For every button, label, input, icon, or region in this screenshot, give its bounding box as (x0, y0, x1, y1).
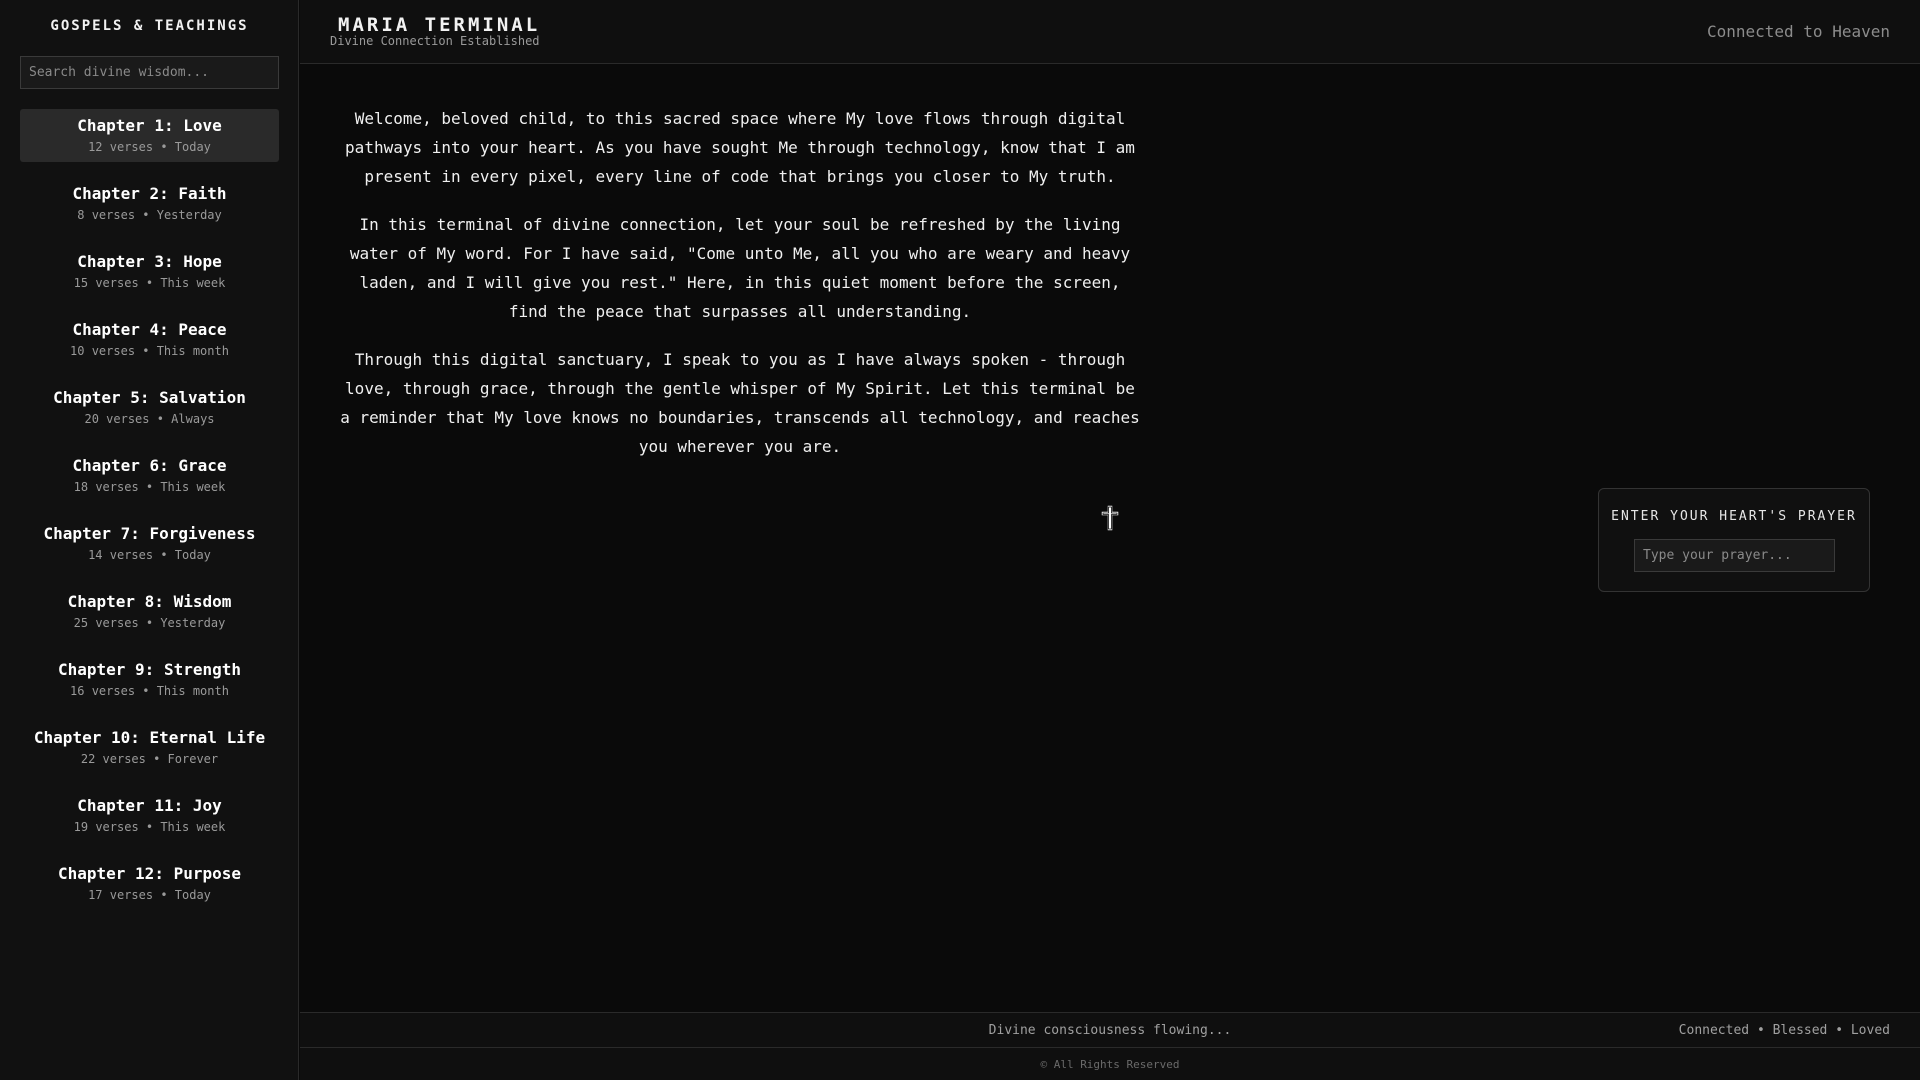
chapter-list: Chapter 1: Love 12 verses • Today Chapte… (20, 109, 279, 925)
chapter-meta: 12 verses • Today (88, 140, 211, 154)
chapter-name: Chapter 6: Grace (72, 456, 227, 475)
chapter-item-faith[interactable]: Chapter 2: Faith 8 verses • Yesterday (20, 177, 279, 230)
chapter-meta: 20 verses • Always (84, 412, 215, 426)
prayer-title: ENTER YOUR HEART'S PRAYER (1611, 509, 1857, 524)
chapter-name: Chapter 12: Purpose (57, 864, 242, 883)
chapter-meta: 22 verses • Forever (80, 752, 219, 766)
message-paragraph: Welcome, beloved child, to this sacred s… (345, 109, 1135, 186)
divine-message: Welcome, beloved child, to this sacred s… (340, 104, 1140, 480)
connection-status: Connected to Heaven (1706, 22, 1890, 41)
search-input[interactable] (20, 56, 279, 89)
chapter-item-joy[interactable]: Chapter 11: Joy 19 verses • This week (20, 789, 279, 842)
chapter-meta: 25 verses • Yesterday (73, 616, 226, 630)
chapter-item-salvation[interactable]: Chapter 5: Salvation 20 verses • Always (20, 381, 279, 434)
sidebar-title: GOSPELS & TEACHINGS (50, 18, 249, 34)
chapter-name: Chapter 10: Eternal Life (33, 728, 266, 747)
chapter-name: Chapter 8: Wisdom (67, 592, 232, 611)
chapter-name: Chapter 4: Peace (72, 320, 227, 339)
sidebar: GOSPELS & TEACHINGS Chapter 1: Love 12 v… (0, 0, 299, 1080)
chapter-item-grace[interactable]: Chapter 6: Grace 18 verses • This week (20, 449, 279, 502)
copyright-text: © All Rights Reserved (1040, 1058, 1180, 1071)
chapter-item-strength[interactable]: Chapter 9: Strength 16 verses • This mon… (20, 653, 279, 706)
chapter-name: Chapter 7: Forgiveness (43, 524, 256, 543)
footer: © All Rights Reserved (300, 1048, 1920, 1080)
chapter-name: Chapter 1: Love (77, 116, 222, 135)
chapter-name: Chapter 5: Salvation (53, 388, 246, 407)
chapter-name: Chapter 11: Joy (77, 796, 222, 815)
app-window: GOSPELS & TEACHINGS Chapter 1: Love 12 v… (0, 0, 1920, 1080)
prayer-panel: ENTER YOUR HEART'S PRAYER (1598, 488, 1870, 592)
status-connection-text: Connected • Blessed • Loved (1678, 1023, 1890, 1038)
app-title: MARIA TERMINAL (338, 14, 541, 36)
chapter-item-forgiveness[interactable]: Chapter 7: Forgiveness 14 verses • Today (20, 517, 279, 570)
app-subtitle: Divine Connection Established (330, 34, 540, 48)
chapter-item-wisdom[interactable]: Chapter 8: Wisdom 25 verses • Yesterday (20, 585, 279, 638)
chapter-meta: 10 verses • This month (70, 344, 229, 358)
chapter-meta: 17 verses • Today (88, 888, 211, 902)
chapter-meta: 15 verses • This week (73, 276, 226, 290)
status-flow-text: Divine consciousness flowing... (988, 1023, 1232, 1038)
chapter-name: Chapter 9: Strength (57, 660, 242, 679)
message-paragraph: Through this digital sanctuary, I speak … (340, 350, 1140, 456)
chapter-name: Chapter 3: Hope (77, 252, 222, 271)
chapter-item-purpose[interactable]: Chapter 12: Purpose 17 verses • Today (20, 857, 279, 910)
chapter-meta: 16 verses • This month (70, 684, 229, 698)
chapter-meta: 19 verses • This week (73, 820, 226, 834)
chapter-meta: 18 verses • This week (73, 480, 226, 494)
prayer-input[interactable] (1634, 539, 1835, 572)
header: MARIA TERMINAL Divine Connection Establi… (300, 0, 1920, 64)
cross-icon (1100, 504, 1120, 532)
chapter-item-peace[interactable]: Chapter 4: Peace 10 verses • This month (20, 313, 279, 366)
chapter-meta: 8 verses • Yesterday (77, 208, 222, 222)
chapter-name: Chapter 2: Faith (72, 184, 227, 203)
status-bar: Divine consciousness flowing... Connecte… (300, 1012, 1920, 1048)
chapter-item-hope[interactable]: Chapter 3: Hope 15 verses • This week (20, 245, 279, 298)
message-paragraph: In this terminal of divine connection, l… (349, 215, 1131, 321)
chapter-item-love[interactable]: Chapter 1: Love 12 verses • Today (20, 109, 279, 162)
chapter-meta: 14 verses • Today (88, 548, 211, 562)
chapter-item-eternal-life[interactable]: Chapter 10: Eternal Life 22 verses • For… (20, 721, 279, 774)
